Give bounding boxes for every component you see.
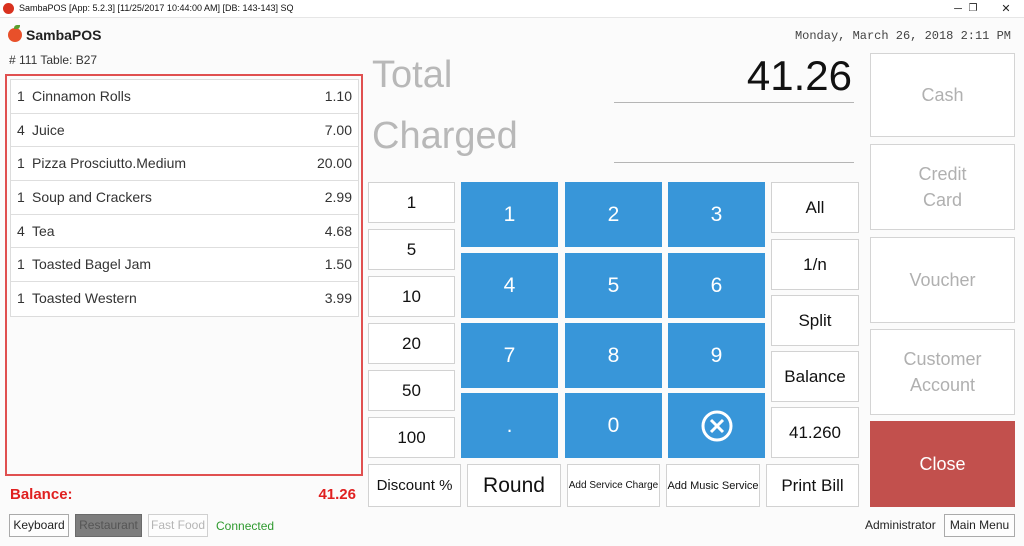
restore-button[interactable]: ❐ — [957, 0, 989, 18]
order-qty: 1 — [17, 256, 25, 273]
order-name: Pizza Prosciutto.Medium — [32, 155, 187, 172]
order-name: Soup and Crackers — [32, 189, 152, 206]
order-row[interactable]: 1 Soup and Crackers 2.99 — [11, 181, 358, 215]
amount-button[interactable]: 41.260 — [771, 407, 859, 458]
tender-10-button[interactable]: 10 — [368, 276, 455, 317]
print-bill-button[interactable]: Print Bill — [766, 464, 859, 507]
order-name: Juice — [32, 121, 65, 138]
tender-50-button[interactable]: 50 — [368, 370, 455, 411]
keypad-7-button[interactable]: 7 — [461, 323, 558, 388]
add-service-charge-button[interactable]: Add Service Charge — [567, 464, 660, 507]
keypad-decimal-button[interactable]: . — [461, 393, 558, 458]
keypad-4-button[interactable]: 4 — [461, 253, 558, 318]
clear-icon — [701, 410, 732, 441]
order-name: Toasted Western — [32, 290, 137, 307]
order-price: 2.99 — [324, 189, 352, 206]
total-underline — [614, 102, 854, 103]
tender-5-button[interactable]: 5 — [368, 229, 455, 270]
customer-account-label-line1: Customer — [903, 349, 982, 369]
keypad-6-button[interactable]: 6 — [668, 253, 765, 318]
charged-underline — [614, 162, 854, 163]
credit-card-label-line2: Card — [922, 190, 962, 210]
title-bar: SambaPOS [App: 5.2.3] [11/25/2017 10:44:… — [0, 0, 1024, 18]
order-name: Toasted Bagel Jam — [32, 256, 152, 273]
keypad-clear-button[interactable] — [668, 393, 765, 458]
keypad-1-button[interactable]: 1 — [461, 182, 558, 247]
fast-food-button[interactable]: Fast Food — [148, 514, 208, 537]
datetime: Monday, March 26, 2018 2:11 PM — [794, 29, 1011, 43]
add-music-service-button[interactable]: Add Music Service — [666, 464, 760, 507]
restaurant-button[interactable]: Restaurant — [75, 514, 142, 537]
order-panel: 1 Cinnamon Rolls 1.10 4 Juice 7.00 1 Piz… — [5, 74, 363, 476]
window-title: SambaPOS [App: 5.2.3] [11/25/2017 10:44:… — [19, 3, 294, 13]
user-name: Administrator — [865, 518, 936, 532]
order-price: 7.00 — [324, 121, 352, 138]
total-value: 41.26 — [746, 52, 852, 99]
keyboard-button[interactable]: Keyboard — [9, 514, 69, 537]
order-qty: 4 — [17, 222, 25, 239]
balance-button[interactable]: Balance — [771, 351, 859, 402]
order-price: 4.68 — [324, 222, 352, 239]
split-button[interactable]: Split — [771, 295, 859, 346]
balance-value: 41.26 — [318, 486, 356, 503]
order-qty: 1 — [17, 155, 25, 172]
order-qty: 1 — [17, 88, 25, 104]
round-button[interactable]: Round — [467, 464, 561, 507]
tender-100-button[interactable]: 100 — [368, 417, 455, 458]
connection-status: Connected — [216, 519, 275, 533]
keypad-2-button[interactable]: 2 — [565, 182, 662, 247]
app-icon — [3, 3, 14, 14]
order-row[interactable]: 1 Cinnamon Rolls 1.10 — [11, 80, 358, 114]
balance-label: Balance: — [10, 486, 73, 503]
order-name: Cinnamon Rolls — [32, 88, 131, 104]
order-row[interactable]: 1 Pizza Prosciutto.Medium 20.00 — [11, 147, 358, 182]
charged-label: Charged — [372, 115, 518, 157]
order-qty: 1 — [17, 189, 25, 206]
order-qty: 1 — [17, 290, 25, 307]
order-qty: 4 — [17, 121, 25, 138]
credit-card-button[interactable]: Credit Card — [870, 144, 1015, 230]
order-list: 1 Cinnamon Rolls 1.10 4 Juice 7.00 1 Piz… — [10, 79, 359, 317]
order-price: 3.99 — [324, 290, 352, 307]
customer-account-button[interactable]: Customer Account — [870, 329, 1015, 415]
logo-text: SambaPOS — [26, 27, 102, 43]
pay-all-button[interactable]: All — [771, 182, 859, 233]
total-label: Total — [372, 54, 453, 96]
pay-1-n-button[interactable]: 1/n — [771, 239, 859, 290]
order-row[interactable]: 4 Juice 7.00 — [11, 114, 358, 148]
order-price: 20.00 — [316, 155, 352, 172]
discount-button[interactable]: Discount % — [368, 464, 461, 507]
tender-20-button[interactable]: 20 — [368, 323, 455, 364]
keypad-9-button[interactable]: 9 — [668, 323, 765, 388]
credit-card-label-line1: Credit — [918, 164, 967, 184]
order-price: 1.50 — [324, 256, 352, 273]
customer-account-label-line2: Account — [909, 375, 976, 395]
tender-1-button[interactable]: 1 — [368, 182, 455, 223]
voucher-button[interactable]: Voucher — [870, 237, 1015, 323]
order-row[interactable]: 4 Tea 4.68 — [11, 215, 358, 249]
tomato-icon — [8, 28, 22, 42]
cash-button[interactable]: Cash — [870, 53, 1015, 137]
close-window-button[interactable]: ✕ — [990, 0, 1022, 18]
keypad-3-button[interactable]: 3 — [668, 182, 765, 247]
main-menu-button[interactable]: Main Menu — [944, 514, 1015, 537]
order-price: 1.10 — [324, 88, 352, 104]
order-name: Tea — [32, 222, 55, 239]
close-ticket-button[interactable]: Close — [870, 421, 1015, 507]
keypad-5-button[interactable]: 5 — [565, 253, 662, 318]
ticket-info: # 111 Table: B27 — [9, 53, 98, 67]
order-row[interactable]: 1 Toasted Western 3.99 — [11, 282, 358, 316]
order-row[interactable]: 1 Toasted Bagel Jam 1.50 — [11, 248, 358, 283]
keypad-8-button[interactable]: 8 — [565, 323, 662, 388]
keypad-0-button[interactable]: 0 — [565, 393, 662, 458]
